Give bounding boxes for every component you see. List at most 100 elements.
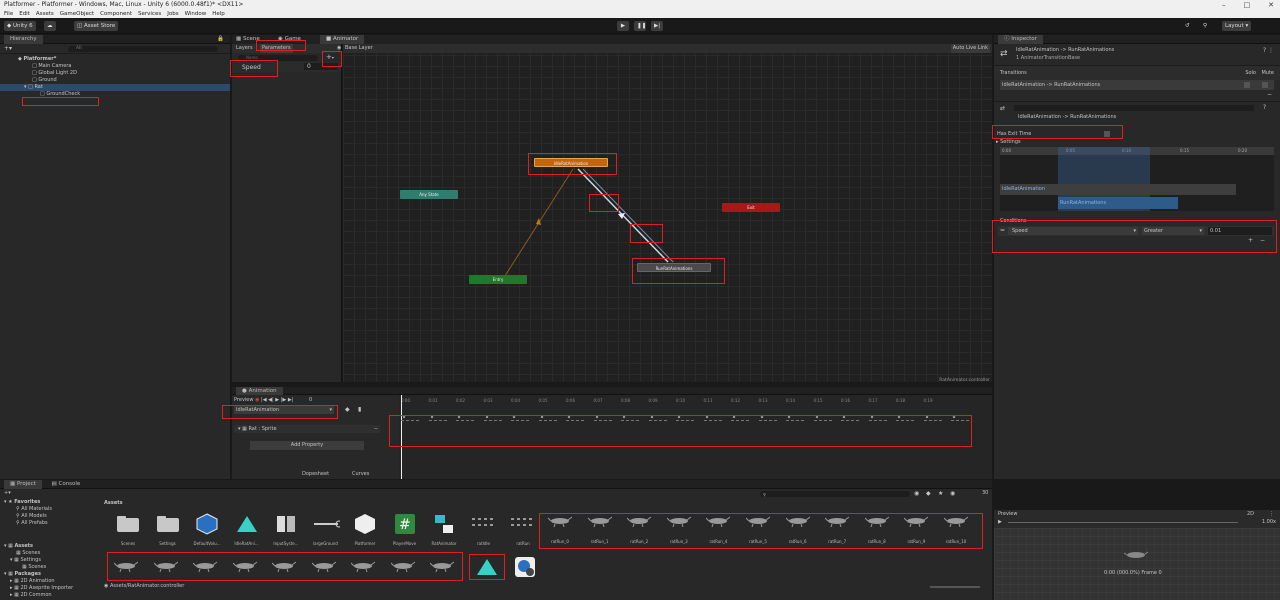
folder-item[interactable]: ▦ Scenes — [22, 564, 46, 570]
menu-jobs[interactable]: Jobs — [167, 10, 178, 18]
animation-tab[interactable]: ● Animation — [236, 387, 283, 395]
first-key-icon[interactable]: |◀ — [261, 397, 267, 403]
scene-root[interactable]: ◆ Platformer* — [0, 56, 230, 63]
add-keyframe-icon[interactable]: ◆ — [345, 406, 350, 413]
packages-item[interactable]: ▾ ▦ Packages — [4, 571, 41, 577]
zoom-slider[interactable] — [930, 586, 980, 588]
search-button[interactable]: ⚲ — [1200, 21, 1210, 31]
filter-star-icon[interactable]: ★ — [938, 490, 943, 497]
preview-viewport[interactable]: 0:00 (000.0%) Frame 0 — [994, 528, 1280, 600]
layers-tab[interactable]: Layers — [236, 44, 253, 53]
project-tab[interactable]: ▦ Project — [4, 480, 42, 489]
frame-number[interactable]: 0 — [309, 397, 312, 403]
transition-timeline[interactable]: 0:00 0:05 0:10 0:15 0:20 IdleRatAnimatio… — [1000, 147, 1274, 211]
eye-icon[interactable]: ◉ — [950, 490, 955, 497]
run-state-bar[interactable]: RunRatAnimations — [1058, 197, 1178, 209]
settings-foldout[interactable]: ▸ Settings — [996, 139, 1021, 145]
asset-thumbnail[interactable] — [154, 510, 182, 538]
cloud-button[interactable]: ☁ — [44, 21, 56, 31]
asset-thumbnail[interactable] — [193, 510, 221, 538]
record-icon[interactable]: ◉ — [255, 397, 259, 403]
help-icon[interactable]: ? — [1263, 47, 1266, 54]
add-event-icon[interactable]: ▮ — [358, 406, 361, 413]
inspector-tab[interactable]: ⓘ Inspector — [998, 35, 1043, 44]
breadcrumb[interactable]: Assets — [104, 500, 123, 506]
favorites-item[interactable]: ▾ ★ Favorites — [4, 499, 40, 505]
close-icon[interactable]: ✕ — [1268, 0, 1274, 10]
remove-transition-icon[interactable]: − — [1267, 91, 1272, 98]
hierarchy-item[interactable]: □ Ground — [0, 77, 230, 84]
kebab-menu-icon[interactable]: ⋮ — [1268, 47, 1274, 54]
prev-key-icon[interactable]: ◀| — [268, 397, 274, 403]
project-search-input[interactable]: ⚲ — [760, 491, 910, 497]
add-icon[interactable]: +▾ — [4, 45, 12, 52]
curves-tab[interactable]: Curves — [352, 471, 369, 477]
menu-component[interactable]: Component — [100, 10, 132, 18]
menu-gameobject[interactable]: GameObject — [60, 10, 94, 18]
folder-item[interactable]: ▾ ▦ Settings — [10, 557, 41, 563]
solo-checkbox[interactable] — [1244, 82, 1250, 88]
asset-thumbnail[interactable] — [509, 510, 537, 538]
preview-play-icon[interactable]: ▶ — [998, 518, 1002, 526]
play-button[interactable]: ▶ — [617, 21, 629, 31]
kebab-menu-icon[interactable]: ⋮ — [1269, 510, 1274, 518]
minimize-icon[interactable]: – — [1222, 0, 1226, 10]
hierarchy-search-input[interactable]: All — [68, 46, 218, 52]
undo-history-button[interactable]: ↺ — [1182, 21, 1193, 31]
hierarchy-tab[interactable]: Hierarchy — [4, 35, 43, 44]
property-row[interactable]: ▾ ▦ Rat : Sprite − — [234, 425, 380, 433]
tab-animator[interactable]: ■ Animator — [320, 35, 365, 44]
hierarchy-item[interactable]: □ Global Light 2D — [0, 70, 230, 77]
favorite-item[interactable]: ⚲ All Materials — [16, 506, 52, 512]
package-item[interactable]: ▸ ▦ 2D Aseprite Importer — [10, 585, 73, 591]
idle-state-bar[interactable]: IdleRatAnimation — [1000, 184, 1236, 195]
favorite-item[interactable]: ⚲ All Prefabs — [16, 520, 48, 526]
dopesheet-tab[interactable]: Dopesheet — [302, 471, 329, 477]
transition-list-item[interactable]: IdleRatAnimation -> RunRatAnimations — [1002, 82, 1100, 88]
preview-button[interactable]: Preview — [234, 397, 253, 403]
mute-checkbox[interactable] — [1262, 82, 1268, 88]
next-key-icon[interactable]: |▶ — [281, 397, 287, 403]
hierarchy-item-selected[interactable]: ▾ □ Rat — [0, 84, 230, 91]
preview-scrubber[interactable] — [1008, 522, 1238, 523]
entry-node[interactable]: Entry — [469, 275, 527, 284]
package-item[interactable]: ▸ ▦ 2D Animation — [10, 578, 55, 584]
maximize-icon[interactable]: □ — [1244, 0, 1251, 10]
folder-item[interactable]: ▦ Scenes — [16, 550, 40, 556]
any-state-node[interactable]: Any State — [400, 190, 458, 199]
filter-type-icon[interactable]: ◉ — [914, 490, 919, 497]
help-icon[interactable]: ? — [1263, 104, 1266, 111]
lock-icon[interactable]: 🔒 — [217, 35, 224, 44]
hierarchy-item[interactable]: □ Main Camera — [0, 63, 230, 70]
exit-node[interactable]: Exit — [722, 203, 780, 212]
asset-thumbnail[interactable] — [233, 510, 261, 538]
create-menu-icon[interactable]: +▾ — [4, 490, 11, 496]
filter-label-icon[interactable]: ◆ — [926, 490, 931, 497]
step-button[interactable]: ▶| — [651, 21, 663, 31]
package-item[interactable]: ▸ ▦ 2D Common — [10, 592, 52, 598]
asset-thumbnail[interactable] — [114, 510, 142, 538]
menu-help[interactable]: Help — [212, 10, 225, 18]
menu-file[interactable]: File — [4, 10, 13, 18]
menu-assets[interactable]: Assets — [36, 10, 54, 18]
transition-name-field[interactable] — [1014, 105, 1254, 111]
assets-root-item[interactable]: ▾ ▦ Assets — [4, 543, 33, 549]
asset-thumbnail[interactable] — [430, 510, 458, 538]
layout-dropdown[interactable]: Layout ▾ — [1222, 21, 1252, 31]
eye-icon[interactable]: ◉ — [337, 44, 341, 53]
menu-window[interactable]: Window — [185, 10, 207, 18]
asset-thumbnail[interactable] — [351, 510, 379, 538]
console-tab[interactable]: ▤ Console — [52, 481, 81, 487]
animator-graph[interactable]: ◉ Base Layer Auto Live Link Any State Id… — [337, 44, 992, 383]
preview-2d-icon[interactable]: 2D — [1247, 510, 1254, 518]
asset-thumbnail[interactable]: # — [391, 510, 419, 538]
asset-thumbnail[interactable] — [470, 510, 498, 538]
favorite-item[interactable]: ⚲ All Models — [16, 513, 47, 519]
last-key-icon[interactable]: ▶| — [288, 397, 294, 403]
account-button[interactable]: ◆ Unity 6 — [4, 21, 36, 31]
menu-edit[interactable]: Edit — [19, 10, 30, 18]
asset-thumbnail[interactable] — [272, 510, 300, 538]
property-menu-icon[interactable]: − — [374, 425, 378, 433]
menu-services[interactable]: Services — [138, 10, 161, 18]
add-property-button[interactable]: Add Property — [250, 441, 364, 450]
